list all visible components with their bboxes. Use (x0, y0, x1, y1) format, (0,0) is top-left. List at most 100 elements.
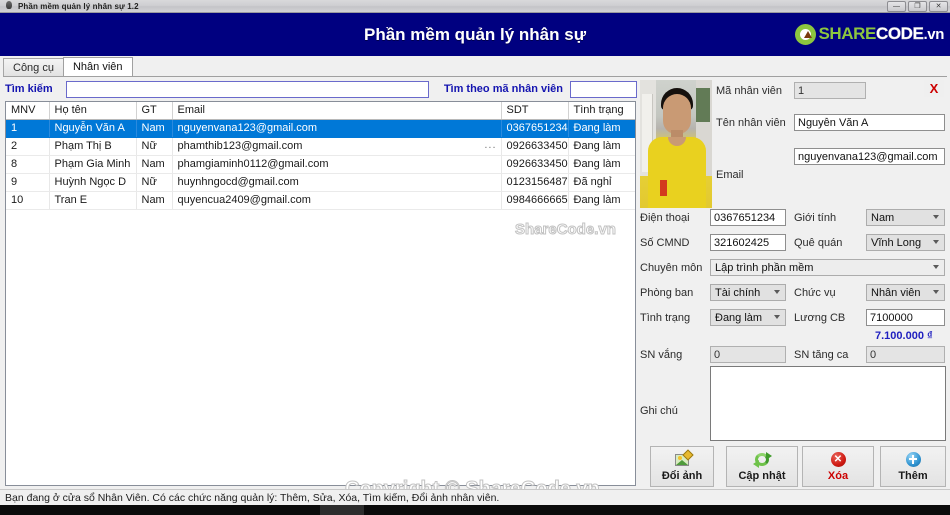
chevron-down-icon (933, 215, 939, 219)
table-row[interactable]: 9 Huỳnh Ngọc D Nữ huynhngocd@gmail.com 0… (6, 173, 635, 192)
cell-mnv: 10 (6, 191, 50, 210)
xoa-button[interactable]: ✕ Xóa (802, 446, 874, 487)
col-email[interactable]: Email (172, 102, 502, 120)
que-quan-value: Vĩnh Long (871, 236, 922, 249)
cell-tinhtrang: Đang làm (568, 155, 635, 174)
col-hoten[interactable]: Họ tên (49, 102, 137, 120)
desktop-background (0, 505, 950, 515)
label-dien-thoai: Điện thoại (640, 212, 690, 224)
cap-nhat-button[interactable]: Cập nhật (726, 446, 798, 487)
tinh-trang-select[interactable]: Đang làm (710, 309, 786, 326)
cell-email: nguyenvana123@gmail.com (172, 119, 502, 138)
tab-cong-cu[interactable]: Công cụ (3, 58, 64, 76)
delete-circle-icon: ✕ (830, 451, 847, 468)
email-input[interactable] (794, 148, 945, 165)
ten-nhan-vien-input[interactable] (794, 114, 945, 131)
cell-email: phamthib123@gmail.com ... (172, 137, 502, 156)
table-row[interactable]: 1 Nguyễn Văn A Nam nguyenvana123@gmail.c… (6, 119, 635, 138)
chuc-vu-value: Nhân viên (871, 286, 921, 299)
table-row[interactable]: 2 Phạm Thị B Nữ phamthib123@gmail.com ..… (6, 137, 635, 156)
dien-thoai-input[interactable] (710, 209, 786, 226)
label-so-cmnd: Số CMND (640, 237, 690, 249)
photo-shirt (648, 137, 706, 208)
logo-text-tld: .vn (923, 25, 945, 43)
que-quan-select[interactable]: Vĩnh Long (866, 234, 945, 251)
search-row: Tìm kiếm Tìm theo mã nhân viên (5, 80, 637, 98)
cell-sdt: 0926633450 (501, 155, 569, 174)
chuyen-mon-select[interactable]: Lập trình phần mềm (710, 259, 945, 276)
label-phong-ban: Phòng ban (640, 287, 694, 299)
minimize-button[interactable]: — (887, 1, 906, 12)
cell-email: quyencua2409@gmail.com (172, 191, 502, 210)
photo-badge (660, 180, 667, 196)
chuyen-mon-value: Lập trình phần mềm (715, 261, 814, 274)
doi-anh-label: Đổi ảnh (661, 469, 703, 482)
cell-tinhtrang: Đang làm (568, 119, 635, 138)
table-header-row: MNV Họ tên GT Email SDT Tình trạng (6, 102, 635, 120)
chevron-down-icon (933, 265, 939, 269)
cell-gt: Nữ (136, 137, 173, 156)
employee-photo[interactable] (640, 80, 712, 208)
cell-hoten: Tran E (49, 191, 137, 210)
page-title: Phần mềm quản lý nhân sự (363, 24, 587, 44)
cell-hoten: Nguyễn Văn A (49, 119, 137, 138)
label-luong-cb: Lương CB (794, 312, 846, 324)
employee-table[interactable]: MNV Họ tên GT Email SDT Tình trạng 1 Ngu… (5, 101, 636, 486)
tinh-trang-value: Đang làm (715, 311, 763, 324)
cell-email: phamgiaminh0112@gmail.com (172, 155, 502, 174)
cell-sdt: 0367651234 (501, 119, 569, 138)
col-sdt[interactable]: SDT (501, 102, 569, 120)
cell-tinhtrang: Đang làm (568, 191, 635, 210)
col-gt[interactable]: GT (136, 102, 173, 120)
label-chuyen-mon: Chuyên môn (640, 262, 703, 274)
status-bar: Bạn đang ở cửa sổ Nhân Viên. Có các chức… (0, 489, 950, 505)
cell-gt: Nam (136, 191, 173, 210)
maximize-button[interactable]: ❐ (908, 1, 927, 12)
cell-mnv: 1 (6, 119, 50, 138)
so-cmnd-input[interactable] (710, 234, 786, 251)
search-by-id-input[interactable] (570, 80, 637, 98)
add-circle-icon (905, 451, 922, 468)
ghi-chu-textarea[interactable] (710, 366, 946, 441)
header-banner: Phần mềm quản lý nhân sự SHARE CODE .vn (0, 13, 950, 56)
gioi-tinh-value: Nam (871, 211, 895, 224)
ma-nhan-vien-input[interactable] (794, 82, 866, 99)
them-label: Thêm (898, 469, 928, 482)
taskbar-item[interactable] (320, 505, 364, 515)
col-tinhtrang[interactable]: Tình trạng (568, 102, 635, 120)
doi-anh-button[interactable]: Đổi ảnh (650, 446, 714, 487)
cell-hoten: Phạm Gia Minh (49, 155, 137, 174)
table-row[interactable]: 8 Phạm Gia Minh Nam phamgiaminh0112@gmai… (6, 155, 635, 174)
cell-email: huynhngocd@gmail.com (172, 173, 502, 192)
table-row[interactable]: 10 Tran E Nam quyencua2409@gmail.com 098… (6, 191, 635, 210)
luong-cb-input[interactable] (866, 309, 945, 326)
them-button[interactable]: Thêm (880, 446, 946, 487)
tab-nhan-vien[interactable]: Nhân viên (62, 57, 133, 76)
label-que-quan: Quê quán (794, 237, 843, 249)
search-input[interactable] (65, 80, 429, 98)
chuc-vu-select[interactable]: Nhân viên (866, 284, 945, 301)
gioi-tinh-select[interactable]: Nam (866, 209, 945, 226)
cell-mnv: 2 (6, 137, 50, 156)
label-sn-vang: SN vắng (640, 349, 683, 361)
cell-sdt: 0926633450 (501, 137, 569, 156)
cell-tinhtrang: Đã nghỉ (568, 173, 635, 192)
label-ghi-chu: Ghi chú (640, 405, 678, 417)
clear-form-button[interactable]: X (924, 80, 944, 97)
sn-vang-input[interactable] (710, 346, 786, 363)
chevron-down-icon (933, 240, 939, 244)
close-button[interactable]: ✕ (929, 1, 948, 12)
col-mnv[interactable]: MNV (6, 102, 50, 120)
window-controls: — ❐ ✕ (887, 1, 948, 12)
chevron-down-icon (933, 290, 939, 294)
cell-mnv: 9 (6, 173, 50, 192)
employee-detail-panel: X Mã nhân viên Tên nhân viên Email Điện … (638, 78, 950, 489)
sn-tang-ca-input[interactable] (866, 346, 945, 363)
cell-gt: Nữ (136, 173, 173, 192)
luong-cb-formatted: 7.100.000 ₫ (875, 330, 933, 342)
overflow-ellipsis-icon[interactable]: ... (484, 139, 496, 151)
phong-ban-select[interactable]: Tài chính (710, 284, 786, 301)
picture-edit-icon (674, 448, 694, 468)
app-icon (4, 1, 14, 11)
cap-nhat-label: Cập nhật (738, 469, 786, 482)
